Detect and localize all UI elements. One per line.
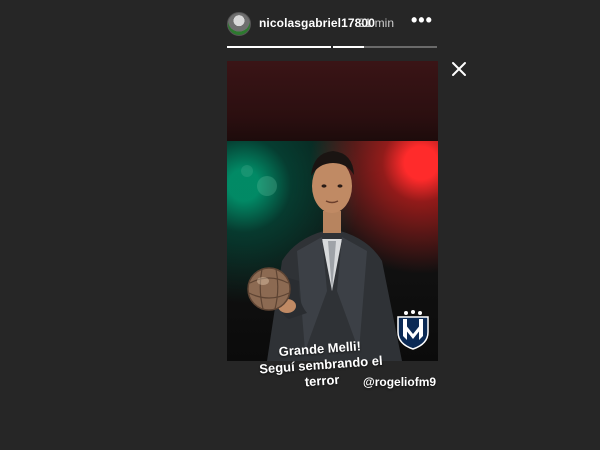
mention-tag[interactable]: @rogeliofm9	[363, 375, 436, 389]
story-media[interactable]: Grande Melli! Seguí sembrando el terror …	[227, 61, 438, 436]
story-progress	[227, 46, 437, 48]
user-avatar[interactable]	[227, 12, 251, 36]
progress-segment-2	[333, 46, 437, 48]
close-icon[interactable]	[450, 60, 468, 78]
story-top-band	[227, 61, 438, 141]
progress-segment-1	[227, 46, 331, 48]
story-timestamp: 21 min	[358, 16, 395, 30]
more-horizontal-icon[interactable]: •••	[411, 10, 433, 31]
story-header: nicolasgabriel17800 21 min •••	[227, 10, 439, 40]
